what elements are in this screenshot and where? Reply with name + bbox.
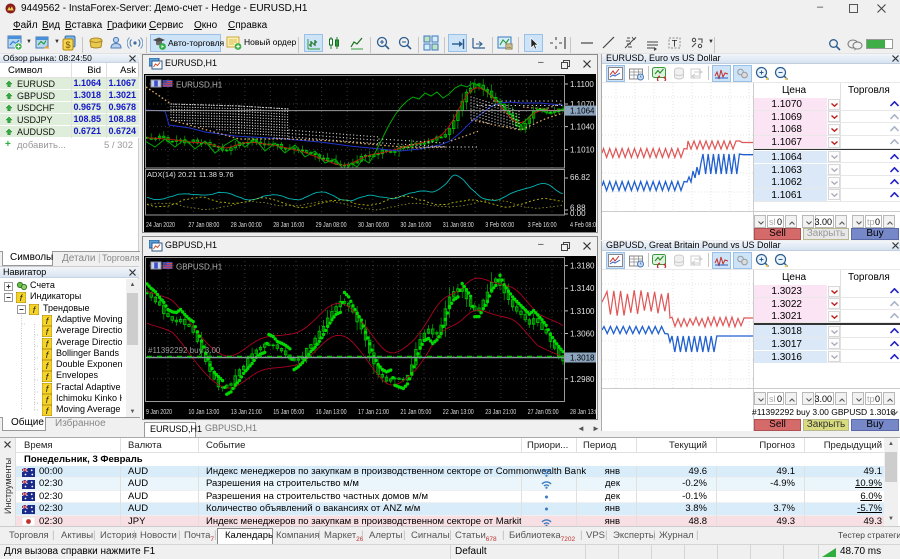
svg-text:1.1010: 1.1010 [570,146,595,155]
svg-text:4 Feb 08:00: 4 Feb 08:00 [570,222,596,229]
svg-text:22 Jan 13:00: 22 Jan 13:00 [443,409,474,416]
svg-text:23 Jan 21:00: 23 Jan 21:00 [485,409,516,416]
svg-text:1.3100: 1.3100 [570,307,595,316]
svg-text:30 Jan 16:00: 30 Jan 16:00 [400,222,431,229]
svg-text:31 Jan 08:00: 31 Jan 08:00 [443,222,474,229]
svg-text:$: $ [65,40,70,50]
svg-text:0.00: 0.00 [570,209,586,218]
svg-text:66.82: 66.82 [570,173,591,182]
svg-text:3 Feb 16:00: 3 Feb 16:00 [528,222,557,229]
svg-text:GBPUSD,H1: GBPUSD,H1 [176,263,223,272]
svg-text:T: T [672,39,678,49]
svg-text:10 Jan 13:00: 10 Jan 13:00 [188,409,219,416]
svg-text:EURUSD,H1: EURUSD,H1 [176,81,223,90]
svg-text:9 Jan 2020: 9 Jan 2020 [146,409,172,416]
svg-text:13 Jan 21:00: 13 Jan 21:00 [231,409,262,416]
svg-text:28 Jan 16:00: 28 Jan 16:00 [273,222,304,229]
svg-text:30 Jan 00:00: 30 Jan 00:00 [358,222,389,229]
svg-text:28 Jan 13:00: 28 Jan 13:00 [570,409,596,416]
svg-text:29 Jan 08:00: 29 Jan 08:00 [316,222,347,229]
svg-text:21 Jan 05:00: 21 Jan 05:00 [400,409,431,416]
svg-text:ADX(14) 20.21 11.38 9.76: ADX(14) 20.21 11.38 9.76 [147,170,234,179]
svg-text:1.3060: 1.3060 [570,330,595,339]
svg-text:15 Jan 05:00: 15 Jan 05:00 [273,409,304,416]
svg-text:27 Jan 05:00: 27 Jan 05:00 [528,409,559,416]
svg-text:1.1100: 1.1100 [570,80,594,89]
svg-text:1.2980: 1.2980 [570,375,595,384]
svg-text:#11392292 buy 3.00: #11392292 buy 3.00 [148,346,221,355]
svg-text:1.1064: 1.1064 [570,107,595,116]
svg-text:16 Jan 13:00: 16 Jan 13:00 [316,409,347,416]
svg-text:27 Jan 08:00: 27 Jan 08:00 [188,222,219,229]
svg-text:1.3018: 1.3018 [570,354,595,363]
svg-text:17 Jan 21:00: 17 Jan 21:00 [358,409,389,416]
svg-text:1.3180: 1.3180 [570,262,595,271]
svg-text:28 Jan 00:00: 28 Jan 00:00 [231,222,262,229]
svg-text:3 Feb 00:00: 3 Feb 00:00 [485,222,514,229]
svg-text:24 Jan 2020: 24 Jan 2020 [146,222,175,229]
svg-text:1.1040: 1.1040 [570,123,595,132]
svg-text:1.3140: 1.3140 [570,284,595,293]
